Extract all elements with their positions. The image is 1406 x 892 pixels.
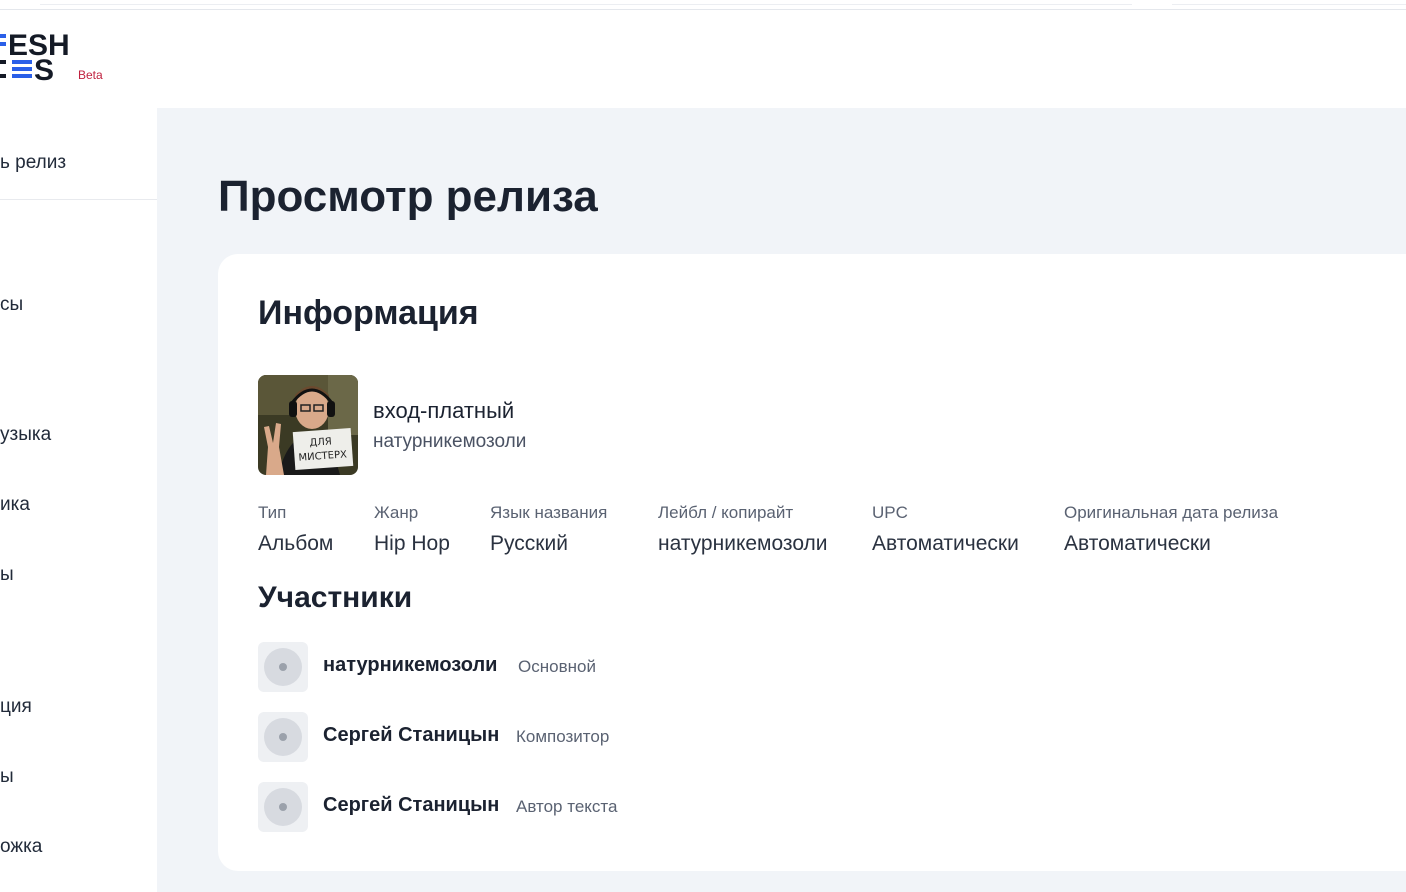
participant-name: Сергей Станицын: [323, 724, 500, 746]
placeholder-avatar-icon: [258, 642, 308, 692]
meta-label: Жанр: [374, 503, 419, 522]
sidebar-item-contacts[interactable]: ы: [0, 766, 14, 788]
participant-row: Сергей Станицын Композитор: [258, 712, 858, 762]
sidebar-item-payouts[interactable]: ы: [0, 564, 14, 586]
placeholder-avatar-icon: [258, 782, 308, 832]
browser-top-bar: [0, 0, 1406, 10]
meta-label: Язык названия: [490, 503, 608, 522]
meta-label: Оригинальная дата релиза: [1064, 503, 1279, 522]
meta-value: Автоматически: [872, 532, 1019, 555]
meta-value: Автоматически: [1064, 532, 1211, 555]
meta-label: Лейбл / копирайт: [658, 503, 794, 522]
participant-role: Основной: [518, 657, 596, 676]
page-title: Просмотр релиза: [218, 172, 598, 221]
logo[interactable]: ESH S Beta: [0, 30, 120, 86]
meta-value: натурникемозоли: [658, 532, 828, 555]
release-card: Информация ДЛЯ МИСТЕРХ вход-платный нату…: [218, 254, 1406, 871]
sidebar-item-information[interactable]: ция: [0, 696, 32, 718]
sidebar-item-support[interactable]: ожка: [0, 836, 42, 858]
release-name: вход-платный: [373, 398, 515, 423]
svg-text:ДЛЯ: ДЛЯ: [309, 436, 332, 449]
participant-role: Композитор: [516, 727, 610, 746]
placeholder-avatar-icon: [258, 712, 308, 762]
participant-row: Сергей Станицын Автор текста: [258, 782, 858, 832]
meta-label: UPC: [872, 503, 908, 522]
album-cover-image: ДЛЯ МИСТЕРХ: [258, 375, 358, 475]
participant-role: Автор текста: [516, 797, 618, 816]
logo-text-line2: S: [34, 54, 54, 86]
sidebar-item-create-release[interactable]: ь релиз: [0, 152, 66, 174]
participant-name: натурникемозоли: [323, 654, 498, 676]
meta-value: Альбом: [258, 532, 334, 555]
beta-badge: Beta: [78, 68, 103, 82]
participant-row: натурникемозоли Основной: [258, 642, 858, 692]
meta-original-release-date: Оригинальная дата релиза Автоматически: [1064, 503, 1278, 556]
sidebar: ь релиз сы узыка ика ы ция ы ожка: [0, 108, 157, 892]
meta-title-language: Язык названия Русский: [490, 503, 607, 556]
sidebar-item-music[interactable]: узыка: [0, 424, 51, 446]
meta-value: Hip Hop: [374, 532, 450, 555]
sidebar-divider: [0, 199, 157, 200]
top-bar-segment: [1172, 0, 1406, 5]
info-section-title: Информация: [258, 294, 479, 332]
meta-label-copyright: Лейбл / копирайт натурникемозоли: [658, 503, 828, 556]
meta-type: Тип Альбом: [258, 503, 333, 556]
participant-name: Сергей Станицын: [323, 794, 500, 816]
main-content: Просмотр релиза Информация ДЛЯ МИСТЕРХ в…: [157, 108, 1406, 892]
meta-label: Тип: [258, 503, 287, 522]
top-bar-segment: [40, 0, 1132, 5]
participants-section-title: Участники: [258, 581, 413, 614]
release-artist: натурникемозоли: [373, 431, 527, 452]
meta-value: Русский: [490, 532, 568, 555]
meta-genre: Жанр Hip Hop: [374, 503, 450, 556]
sidebar-item-releases[interactable]: сы: [0, 294, 23, 316]
meta-upc: UPC Автоматически: [872, 503, 1019, 556]
sidebar-item-analytics[interactable]: ика: [0, 494, 30, 516]
